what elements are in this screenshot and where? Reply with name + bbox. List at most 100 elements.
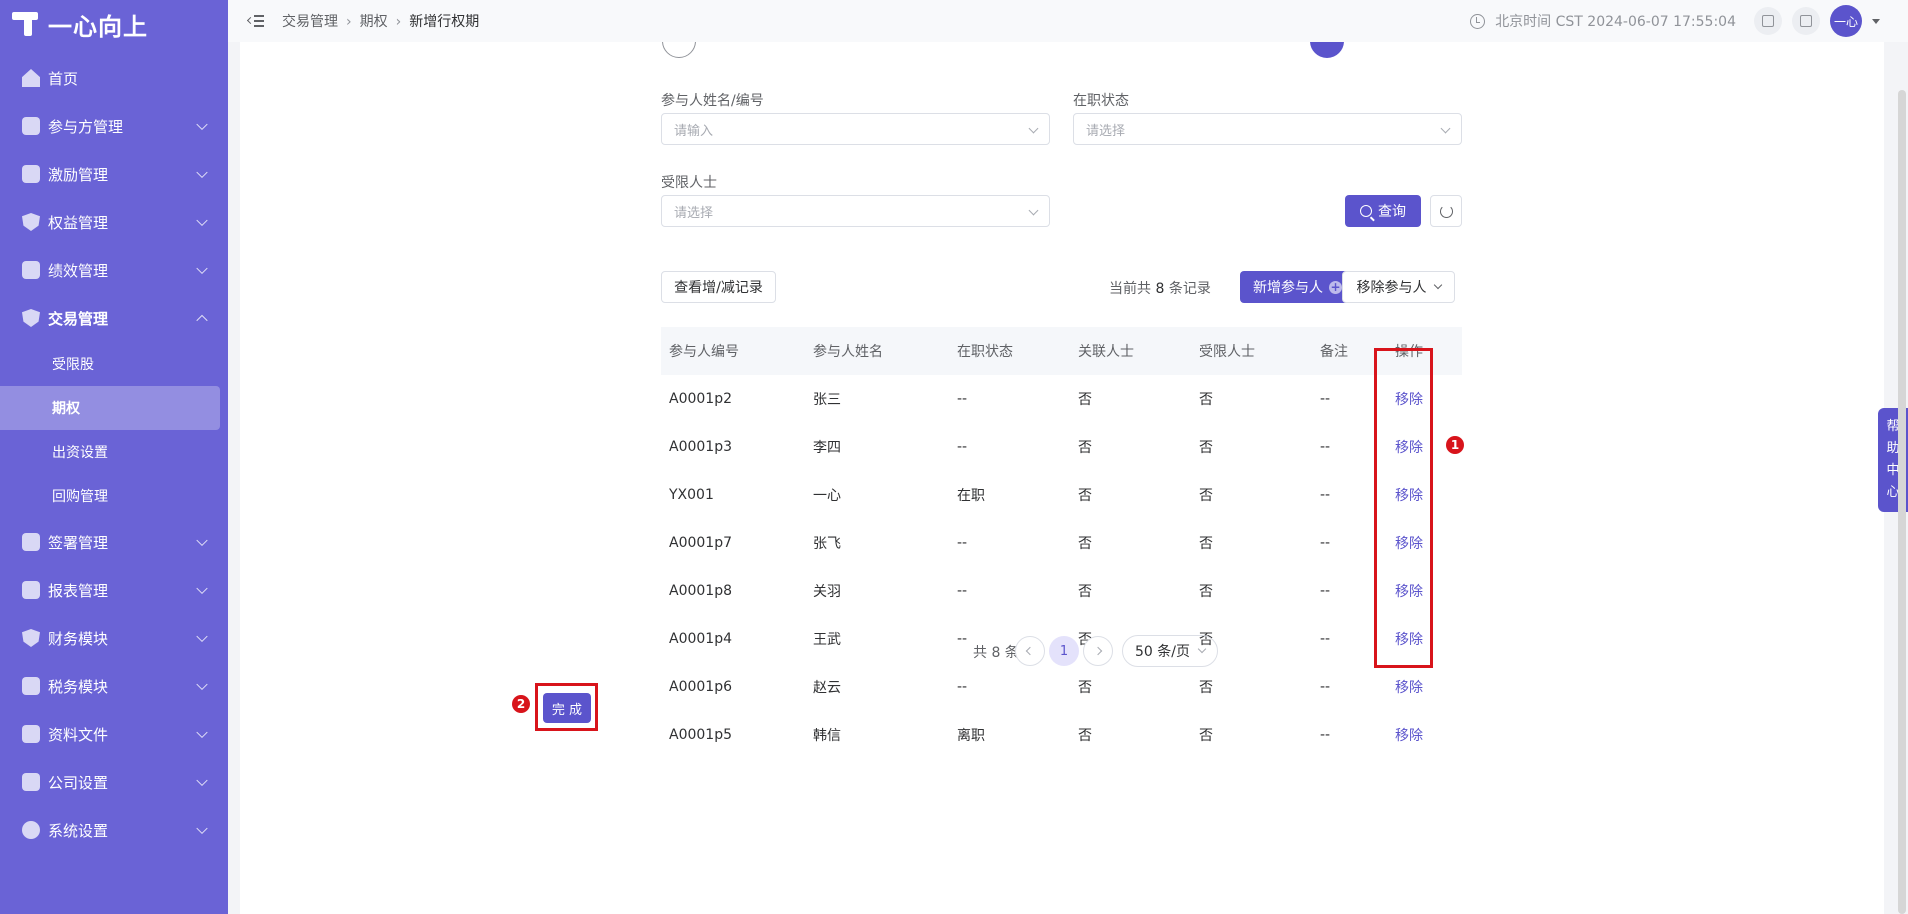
add-participant-label: 新增参与人 bbox=[1253, 280, 1323, 296]
sidebar-item-report[interactable]: 报表管理 bbox=[0, 566, 228, 614]
sidebar-item-label: 税务模块 bbox=[48, 677, 109, 696]
table-cell: 在职 bbox=[957, 488, 985, 504]
table-cell: 否 bbox=[1199, 392, 1213, 408]
sidebar-item-label: 交易管理 bbox=[48, 309, 109, 328]
breadcrumb-item[interactable]: 期权 bbox=[360, 14, 388, 30]
sidebar-item-label: 激励管理 bbox=[48, 165, 109, 184]
remove-participant-label: 移除参与人 bbox=[1356, 280, 1427, 296]
done-button[interactable]: 完 成 bbox=[543, 693, 591, 723]
refresh-icon bbox=[1439, 204, 1453, 218]
sidebar-item-sign[interactable]: 签署管理 bbox=[0, 518, 228, 566]
sidebar-item-performance[interactable]: 绩效管理 bbox=[0, 246, 228, 294]
collapse-menu-icon[interactable] bbox=[246, 15, 264, 27]
sidebar-subitem-buyback[interactable]: 回购管理 bbox=[0, 474, 228, 518]
report-icon bbox=[22, 581, 40, 599]
next-page-button[interactable] bbox=[1083, 636, 1113, 666]
page-size-select[interactable]: 50 条/页 bbox=[1122, 635, 1218, 667]
clock-icon bbox=[1470, 13, 1486, 29]
chevron-left-icon bbox=[1025, 646, 1035, 656]
chevron-down-icon bbox=[1433, 280, 1442, 290]
prev-page-button[interactable] bbox=[1015, 636, 1045, 666]
table-cell: -- bbox=[957, 535, 968, 551]
table-cell: 否 bbox=[1199, 536, 1213, 552]
breadcrumb: 交易管理 › 期权 › 新增行权期 bbox=[282, 11, 479, 31]
name-filter-placeholder: 请输入 bbox=[674, 123, 714, 139]
search-icon bbox=[1360, 205, 1372, 217]
main-panel: 参与人姓名/编号 请输入 在职状态 请选择 受限人士 请选择 查询 查看增/减记… bbox=[240, 42, 1884, 914]
caret-down-icon[interactable] bbox=[1872, 18, 1880, 24]
sidebar-item-participants[interactable]: 参与方管理 bbox=[0, 102, 228, 150]
query-button-label: 查询 bbox=[1378, 204, 1406, 220]
table-cell: 否 bbox=[1078, 536, 1092, 552]
chevron-down-icon bbox=[196, 214, 208, 227]
table-cell: 否 bbox=[1078, 440, 1092, 456]
table-cell: A0001p5 bbox=[669, 727, 732, 743]
annotation-badge-2: 2 bbox=[512, 695, 530, 713]
incentive-icon bbox=[22, 165, 40, 183]
restricted-filter-label: 受限人士 bbox=[661, 175, 717, 191]
query-button[interactable]: 查询 bbox=[1345, 195, 1421, 227]
restricted-filter-select[interactable]: 请选择 bbox=[661, 195, 1050, 227]
participant-icon bbox=[22, 117, 40, 135]
chevron-down-icon bbox=[196, 630, 208, 643]
column-header: 受限人士 bbox=[1199, 344, 1255, 360]
table-cell: -- bbox=[957, 391, 968, 407]
sidebar-item-incentive[interactable]: 激励管理 bbox=[0, 150, 228, 198]
trade-submenu: 受限股 期权 出资设置 回购管理 bbox=[0, 342, 228, 518]
fullscreen-button[interactable] bbox=[1792, 7, 1820, 35]
sidebar-item-equity[interactable]: 权益管理 bbox=[0, 198, 228, 246]
table-cell: 李四 bbox=[813, 440, 841, 456]
chevron-down-icon bbox=[196, 118, 208, 131]
clipboard-icon bbox=[1762, 15, 1774, 27]
remove-participant-dropdown[interactable]: 移除参与人 bbox=[1342, 271, 1455, 303]
sidebar-item-finance[interactable]: 财务模块 bbox=[0, 614, 228, 662]
sidebar-item-home[interactable]: 首页 bbox=[0, 54, 228, 102]
avatar[interactable]: 一心 bbox=[1830, 5, 1862, 37]
sidebar-item-label: 财务模块 bbox=[48, 629, 109, 648]
sidebar-item-company[interactable]: 公司设置 bbox=[0, 758, 228, 806]
status-filter-label: 在职状态 bbox=[1073, 93, 1129, 109]
sidebar-item-system[interactable]: 系统设置 bbox=[0, 806, 228, 854]
participant-table: 参与人编号 参与人姓名 在职状态 关联人士 受限人士 备注 操作 A0001p2… bbox=[661, 327, 1462, 759]
settings-icon bbox=[22, 821, 40, 839]
sidebar-item-tax[interactable]: 税务模块 bbox=[0, 662, 228, 710]
sidebar-subitem-capital[interactable]: 出资设置 bbox=[0, 430, 228, 474]
sidebar-subitem-restricted-stock[interactable]: 受限股 bbox=[0, 342, 228, 386]
status-filter-select[interactable]: 请选择 bbox=[1073, 113, 1462, 145]
done-button-label: 完 成 bbox=[551, 702, 583, 718]
column-header: 在职状态 bbox=[957, 344, 1013, 360]
sidebar-menu: 首页 参与方管理 激励管理 权益管理 绩效管理 交易管理 受限股 期权 出资设置… bbox=[0, 54, 228, 854]
name-filter-input[interactable]: 请输入 bbox=[661, 113, 1050, 145]
breadcrumb-item[interactable]: 交易管理 bbox=[282, 14, 338, 30]
sidebar-item-label: 系统设置 bbox=[48, 821, 109, 840]
history-button[interactable]: 查看增/减记录 bbox=[661, 271, 776, 303]
sidebar-item-files[interactable]: 资料文件 bbox=[0, 710, 228, 758]
sidebar-item-label: 权益管理 bbox=[48, 213, 109, 232]
sidebar-item-label: 首页 bbox=[48, 69, 79, 88]
remove-row-link[interactable]: 移除 bbox=[1387, 725, 1462, 745]
table-cell: 张飞 bbox=[813, 536, 841, 552]
sidebar-subitem-options[interactable]: 期权 bbox=[0, 386, 220, 430]
pagination-total: 共 8 条 bbox=[973, 645, 1019, 661]
table-cell: 一心 bbox=[813, 488, 841, 504]
breadcrumb-separator-icon: › bbox=[395, 14, 402, 30]
table-cell: 否 bbox=[1199, 584, 1213, 600]
add-participant-button[interactable]: 新增参与人 + bbox=[1240, 271, 1355, 303]
vertical-scrollbar[interactable] bbox=[1898, 90, 1906, 914]
chevron-down-icon bbox=[1028, 205, 1039, 216]
table-header: 参与人编号 参与人姓名 在职状态 关联人士 受限人士 备注 操作 bbox=[661, 327, 1462, 375]
sidebar-item-trade[interactable]: 交易管理 bbox=[0, 294, 228, 342]
sidebar-item-label: 参与方管理 bbox=[48, 117, 124, 136]
reset-button[interactable] bbox=[1430, 195, 1462, 227]
table-cell: 否 bbox=[1078, 728, 1092, 744]
remove-row-link[interactable]: 移除 bbox=[1387, 677, 1462, 697]
current-time: 北京时间 CST 2024-06-07 17:55:04 bbox=[1495, 14, 1736, 30]
table-cell: -- bbox=[1320, 727, 1331, 743]
logo[interactable]: 一心向上 bbox=[0, 0, 228, 48]
page-number-current[interactable]: 1 bbox=[1049, 636, 1079, 666]
tax-icon bbox=[22, 677, 40, 695]
task-button[interactable] bbox=[1754, 7, 1782, 35]
table-row: A0001p7 张飞 -- 否否 -- 移除 bbox=[661, 519, 1462, 567]
step-indicator-1 bbox=[660, 42, 700, 60]
chevron-down-icon bbox=[1028, 123, 1039, 134]
